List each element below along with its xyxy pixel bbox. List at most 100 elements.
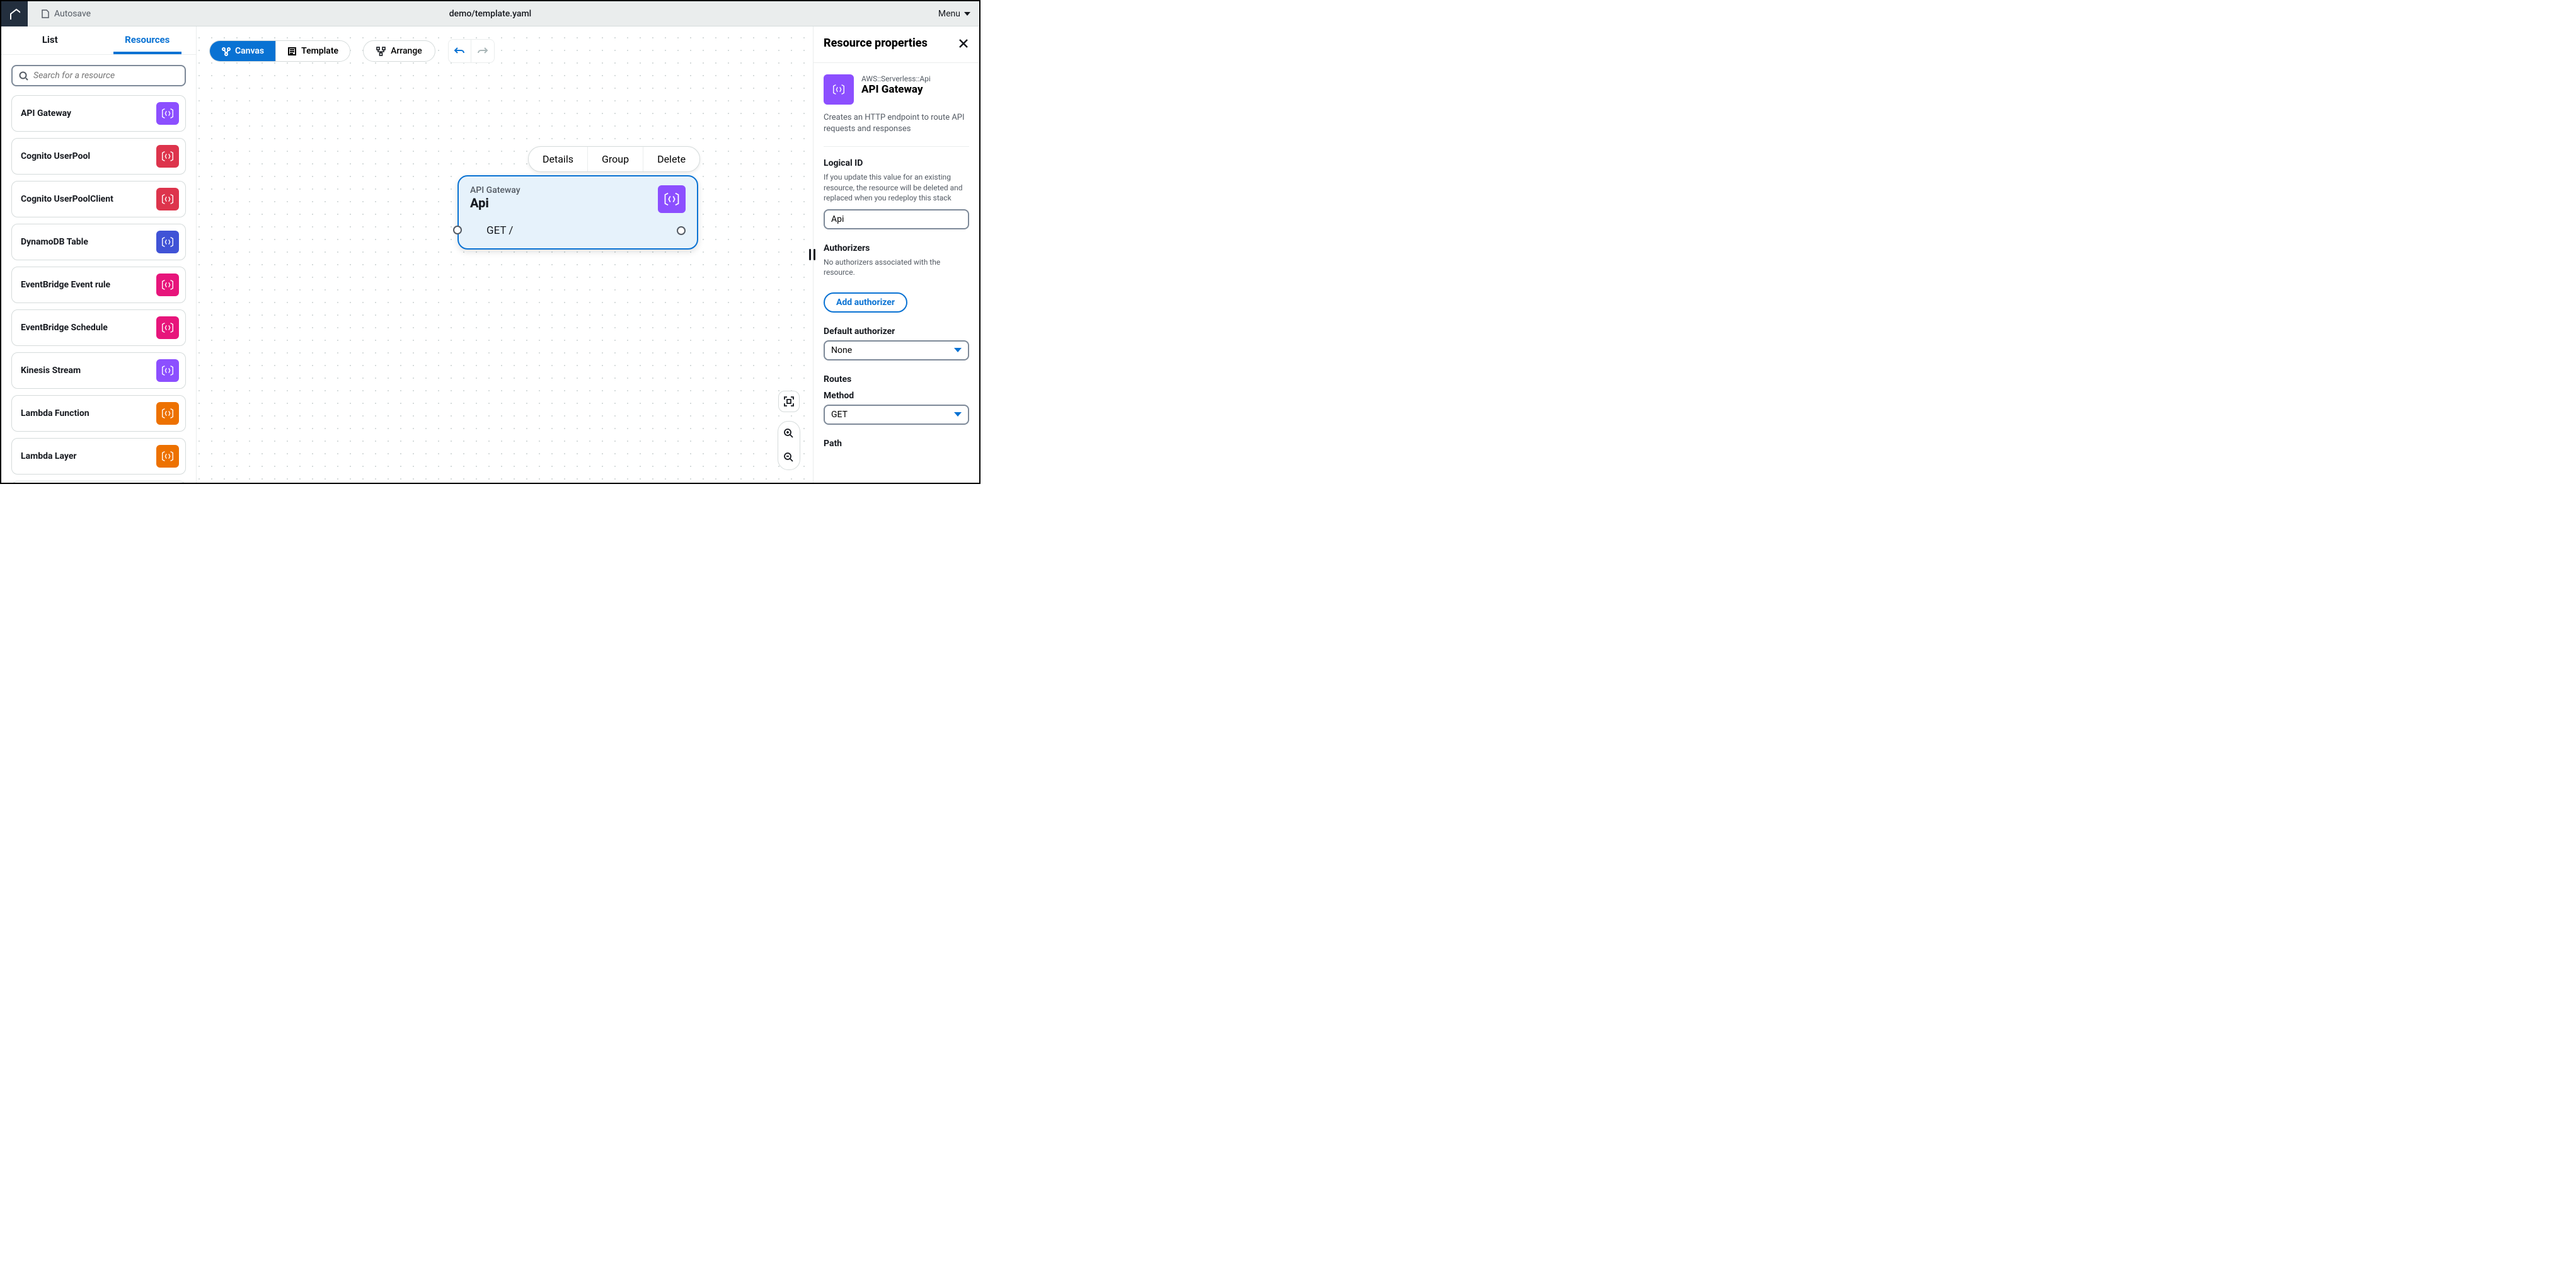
default-authorizer-value: None — [831, 345, 852, 355]
resource-item-label: Cognito UserPoolClient — [21, 194, 113, 204]
topbar: Autosave demo/template.yaml Menu — [1, 1, 979, 26]
zoom-in-icon — [783, 428, 795, 439]
properties-panel: Resource properties AWS::Serverless::Api… — [813, 26, 979, 483]
caret-down-icon — [954, 347, 962, 354]
api-gateway-node[interactable]: API Gateway Api GET / — [457, 175, 698, 250]
autosave-button[interactable]: Autosave — [40, 9, 91, 19]
search-input-wrapper[interactable] — [11, 65, 186, 86]
logical-id-label: Logical ID — [824, 158, 969, 168]
breadcrumb-path: demo/template.yaml — [449, 9, 531, 19]
resource-item-label: DynamoDB Table — [21, 237, 88, 247]
node-type: API Gateway — [470, 185, 520, 195]
arrange-label: Arrange — [391, 46, 422, 56]
view-toggle: Canvas Template — [209, 40, 350, 62]
resource-item[interactable]: Lambda Layer — [11, 438, 186, 475]
resource-item-icon — [156, 445, 179, 468]
tab-list[interactable]: List — [1, 26, 99, 54]
tab-resources[interactable]: Resources — [99, 26, 197, 54]
resource-item[interactable]: DynamoDB Table — [11, 224, 186, 260]
default-authorizer-select[interactable]: None — [824, 340, 969, 360]
node-route: GET / — [486, 224, 513, 237]
resource-item[interactable]: API Gateway — [11, 95, 186, 132]
logical-id-help: If you update this value for an existing… — [824, 172, 969, 203]
template-icon — [287, 47, 297, 56]
resource-item-label: Cognito UserPool — [21, 151, 90, 161]
template-view-label: Template — [301, 46, 338, 56]
search-input[interactable] — [33, 71, 178, 81]
zoom-in-button[interactable] — [778, 422, 800, 446]
resource-item-icon — [156, 102, 179, 125]
caret-down-icon — [964, 11, 970, 17]
menu-label: Menu — [938, 9, 960, 19]
resource-item-label: EventBridge Event rule — [21, 280, 110, 290]
method-select[interactable]: GET — [824, 405, 969, 425]
close-icon[interactable] — [958, 38, 969, 49]
resource-item[interactable]: Cognito UserPool — [11, 138, 186, 175]
fit-icon — [783, 396, 795, 407]
node-name: Api — [470, 195, 520, 210]
api-gateway-icon — [658, 185, 686, 213]
resource-type: AWS::Serverless::Api — [861, 74, 931, 83]
resource-item[interactable]: EventBridge Schedule — [11, 309, 186, 346]
undo-redo-group — [448, 39, 495, 63]
resource-item-icon — [156, 402, 179, 425]
resource-item-label: Kinesis Stream — [21, 366, 81, 376]
resource-item-label: Lambda Layer — [21, 451, 77, 461]
resource-item[interactable]: S3 Bucket — [11, 481, 186, 483]
authorizers-label: Authorizers — [824, 243, 969, 253]
method-value: GET — [831, 410, 848, 420]
resource-item-label: API Gateway — [21, 108, 71, 118]
caret-down-icon — [954, 411, 962, 418]
resource-item-label: Lambda Function — [21, 408, 89, 418]
resource-item[interactable]: EventBridge Event rule — [11, 267, 186, 303]
fit-view-button[interactable] — [778, 391, 800, 412]
home-button[interactable] — [1, 1, 28, 26]
search-icon — [19, 71, 28, 81]
autosave-label: Autosave — [54, 9, 91, 19]
resource-item-icon — [156, 316, 179, 339]
undo-icon — [454, 45, 465, 57]
group-button[interactable]: Group — [588, 147, 643, 171]
canvas[interactable]: Canvas Template Arrange Details Group De… — [197, 26, 813, 483]
resource-item-icon — [156, 359, 179, 382]
resource-sidebar: List Resources API Gateway Cognito UserPo… — [1, 26, 197, 483]
arrange-icon — [376, 47, 386, 56]
api-gateway-icon — [824, 74, 854, 105]
method-label: Method — [824, 391, 969, 401]
node-context-menu: Details Group Delete — [528, 146, 700, 172]
redo-button[interactable] — [471, 40, 494, 62]
resource-item-icon — [156, 274, 179, 296]
canvas-view-button[interactable]: Canvas — [210, 41, 276, 61]
resource-item[interactable]: Cognito UserPoolClient — [11, 181, 186, 217]
undo-button[interactable] — [449, 40, 471, 62]
resource-item-icon — [156, 231, 179, 253]
template-view-button[interactable]: Template — [276, 41, 350, 61]
resource-item-icon — [156, 188, 179, 210]
resource-description: Creates an HTTP endpoint to route API re… — [824, 112, 969, 135]
resource-item[interactable]: Lambda Function — [11, 395, 186, 432]
routes-label: Routes — [824, 374, 969, 384]
resource-item-label: EventBridge Schedule — [21, 323, 108, 333]
menu-button[interactable]: Menu — [938, 9, 970, 19]
resource-list: API Gateway Cognito UserPool Cognito UserP… — [1, 93, 196, 483]
arrange-button[interactable]: Arrange — [363, 40, 435, 62]
resource-item[interactable]: Kinesis Stream — [11, 352, 186, 389]
redo-icon — [477, 45, 488, 57]
node-output-port[interactable] — [677, 226, 686, 235]
delete-button[interactable]: Delete — [643, 147, 699, 171]
logical-id-input[interactable] — [824, 209, 969, 229]
details-button[interactable]: Details — [529, 147, 588, 171]
resource-title: API Gateway — [861, 83, 931, 96]
add-authorizer-button[interactable]: Add authorizer — [824, 292, 907, 313]
zoom-out-icon — [783, 452, 795, 463]
path-label: Path — [824, 439, 969, 449]
zoom-out-button[interactable] — [778, 446, 800, 469]
panel-resize-handle[interactable] — [809, 249, 815, 260]
canvas-view-label: Canvas — [235, 46, 264, 56]
canvas-icon — [221, 47, 231, 56]
file-icon — [40, 9, 50, 19]
panel-title: Resource properties — [824, 37, 928, 50]
authorizers-help: No authorizers associated with the resou… — [824, 257, 969, 277]
home-icon — [9, 8, 20, 20]
resource-item-icon — [156, 145, 179, 168]
